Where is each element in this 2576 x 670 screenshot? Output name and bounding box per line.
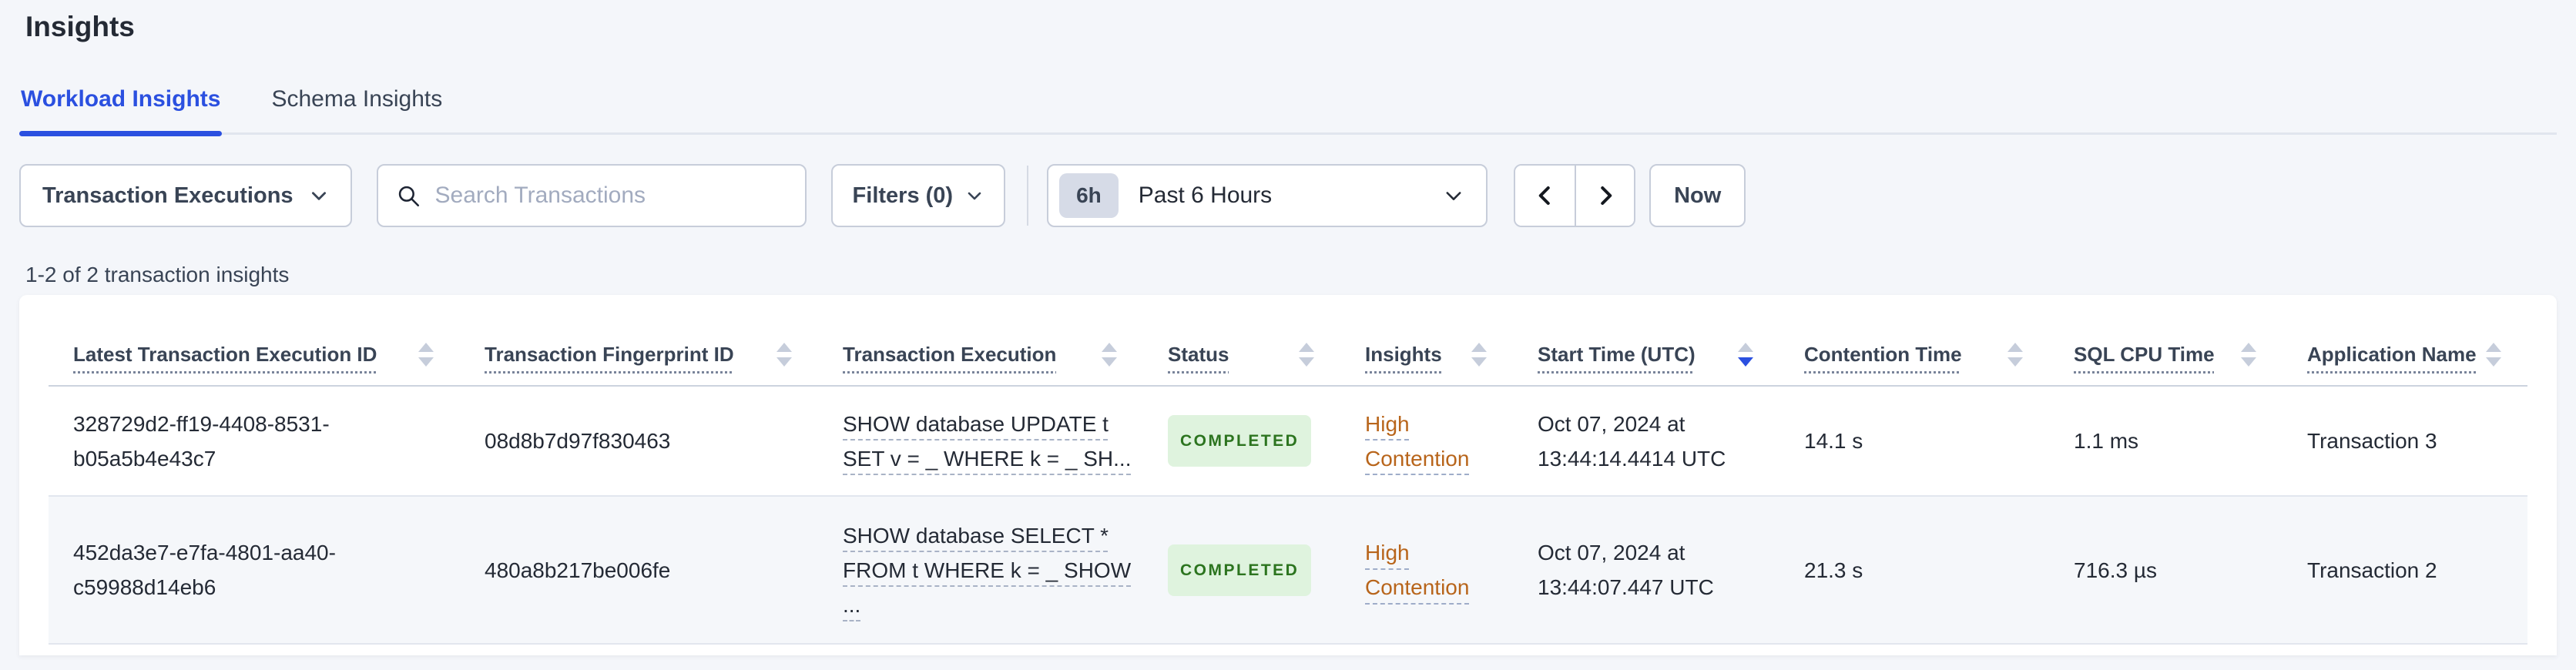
sort-icon <box>1102 343 1117 367</box>
table-row: 328729d2-ff19-4408-8531- b05a5b4e43c7 08… <box>49 387 2527 497</box>
next-time-window-button[interactable] <box>1575 166 1635 226</box>
execution-id-cell: 328729d2-ff19-4408-8531- b05a5b4e43c7 <box>73 411 330 471</box>
tab-workload-insights[interactable]: Workload Insights <box>19 86 223 136</box>
chevron-right-icon <box>1594 184 1617 207</box>
contention-time-cell: 21.3 s <box>1804 558 1863 582</box>
sort-icon <box>1299 343 1314 367</box>
fingerprint-id-cell: 480a8b217be006fe <box>485 558 671 582</box>
fingerprint-id-cell: 08d8b7d97f830463 <box>485 429 671 453</box>
high-contention-link[interactable]: High Contention <box>1365 407 1481 476</box>
time-range-badge: 6h <box>1059 173 1119 218</box>
column-header-start-time[interactable]: Start Time (UTC) <box>1513 343 1779 385</box>
time-window-arrows <box>1514 164 1636 227</box>
column-header-transaction-execution[interactable]: Transaction Execution <box>818 343 1143 385</box>
transaction-type-dropdown[interactable]: Transaction Executions <box>19 164 352 227</box>
sort-icon <box>2486 343 2501 367</box>
sort-icon <box>776 343 792 367</box>
insights-table: Latest Transaction Execution ID Transact… <box>49 295 2527 645</box>
filters-label: Filters (0) <box>852 183 954 208</box>
tab-bar: Workload Insights Schema Insights <box>19 86 2557 136</box>
application-name-cell: Transaction 3 <box>2307 429 2437 453</box>
search-icon <box>395 183 421 209</box>
sort-icon <box>418 343 434 367</box>
time-range-label: Past 6 Hours <box>1138 183 1273 208</box>
application-name-cell: Transaction 2 <box>2307 558 2437 582</box>
sort-icon <box>1471 343 1487 367</box>
now-button[interactable]: Now <box>1649 164 1746 227</box>
sort-icon <box>2241 343 2256 367</box>
column-header-status[interactable]: Status <box>1143 343 1340 385</box>
sql-cpu-time-cell: 1.1 ms <box>2074 429 2139 453</box>
status-badge: COMPLETED <box>1168 544 1312 596</box>
chevron-down-icon <box>965 186 984 205</box>
column-header-latest-transaction-execution-id[interactable]: Latest Transaction Execution ID <box>49 343 460 385</box>
column-header-insights[interactable]: Insights <box>1340 343 1513 385</box>
search-box <box>376 164 807 227</box>
transaction-execution-link[interactable]: SHOW database UPDATE t SET v = _ WHERE k… <box>818 407 1143 476</box>
sort-icon <box>2007 343 2023 367</box>
chevron-left-icon <box>1534 184 1557 207</box>
sql-cpu-time-cell: 716.3 µs <box>2074 558 2157 582</box>
chevron-down-icon <box>1443 185 1464 206</box>
time-range-picker[interactable]: 6h Past 6 Hours <box>1047 164 1488 227</box>
execution-id-cell: 452da3e7-e7fa-4801-aa40- c59988d14eb6 <box>73 541 336 599</box>
previous-time-window-button[interactable] <box>1515 166 1575 226</box>
table-header-row: Latest Transaction Execution ID Transact… <box>49 295 2527 387</box>
search-input[interactable] <box>433 182 788 209</box>
status-badge: COMPLETED <box>1168 415 1312 467</box>
transaction-execution-link[interactable]: SHOW database SELECT * FROM t WHERE k = … <box>818 518 1143 622</box>
toolbar-divider <box>1027 166 1029 226</box>
column-header-transaction-fingerprint-id[interactable]: Transaction Fingerprint ID <box>460 343 818 385</box>
status-cell: COMPLETED <box>1143 415 1340 467</box>
insights-table-card: Latest Transaction Execution ID Transact… <box>19 295 2557 655</box>
insights-cell: High Contention <box>1340 535 1513 605</box>
table-row: 452da3e7-e7fa-4801-aa40- c59988d14eb6 48… <box>49 497 2527 645</box>
insights-cell: High Contention <box>1340 407 1513 476</box>
column-header-sql-cpu-time[interactable]: SQL CPU Time <box>2049 343 2283 385</box>
filters-button[interactable]: Filters (0) <box>830 164 1006 227</box>
status-cell: COMPLETED <box>1143 544 1340 596</box>
sort-desc-icon <box>1738 343 1753 367</box>
toolbar: Transaction Executions Filters (0) 6h Pa… <box>19 164 2557 227</box>
page-title: Insights <box>25 11 135 42</box>
transaction-type-label: Transaction Executions <box>42 183 293 208</box>
chevron-down-icon <box>309 186 329 206</box>
high-contention-link[interactable]: High Contention <box>1365 535 1481 605</box>
column-header-application-name[interactable]: Application Name <box>2283 343 2527 385</box>
tab-schema-insights[interactable]: Schema Insights <box>270 86 444 132</box>
start-time-cell: Oct 07, 2024 at 13:44:07.447 UTC <box>1538 541 1714 599</box>
contention-time-cell: 14.1 s <box>1804 429 1863 453</box>
start-time-cell: Oct 07, 2024 at 13:44:14.4414 UTC <box>1538 411 1726 471</box>
results-count: 1-2 of 2 transaction insights <box>25 263 290 286</box>
insights-page: Insights Workload Insights Schema Insigh… <box>0 11 2576 670</box>
column-header-contention-time[interactable]: Contention Time <box>1779 343 2049 385</box>
